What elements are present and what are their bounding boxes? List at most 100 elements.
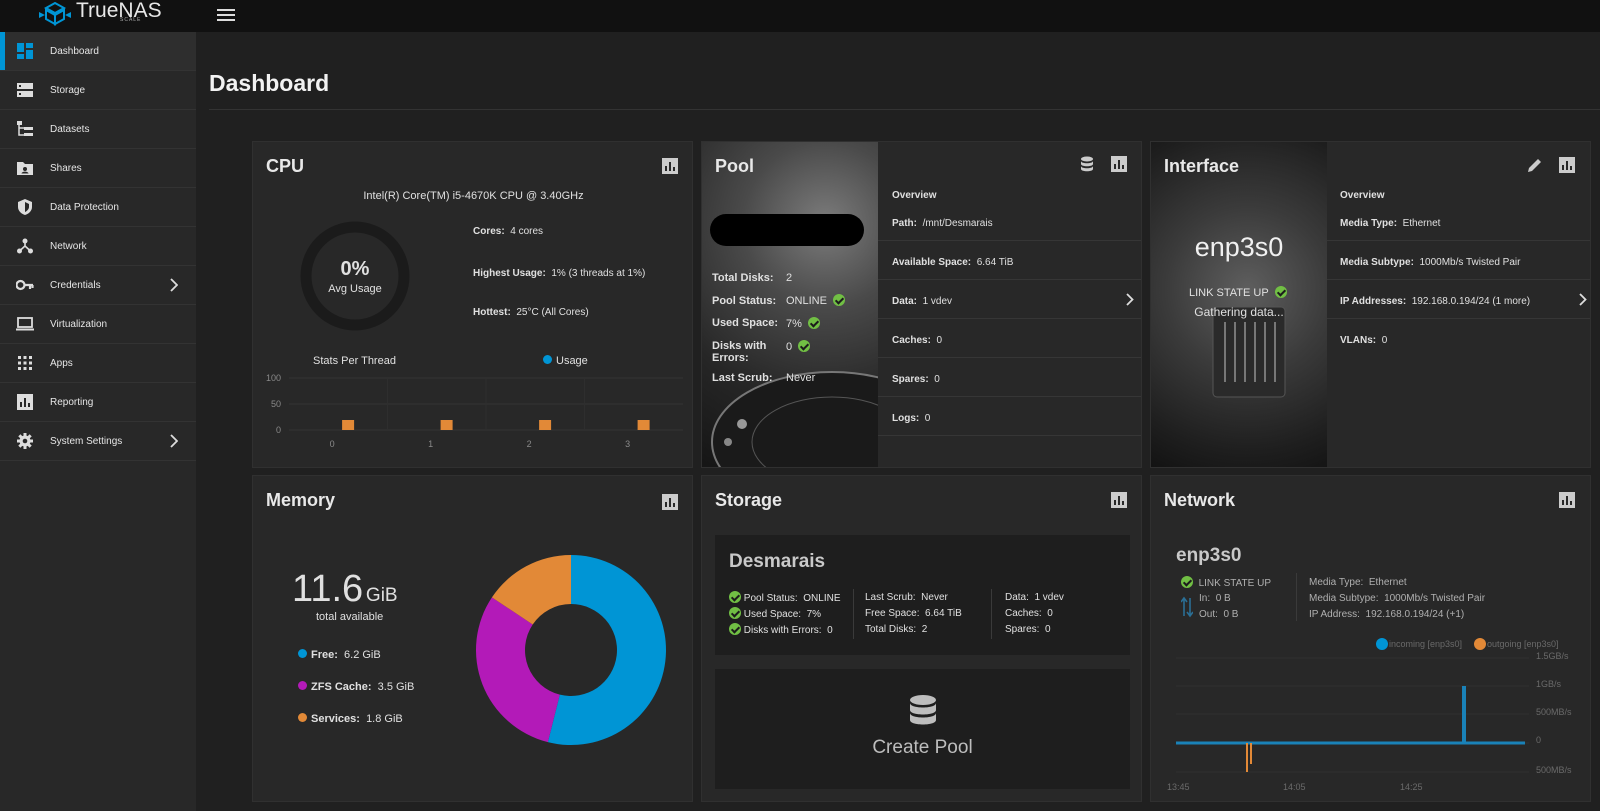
interface-ip-addresses[interactable]: IP Addresses: 192.168.0.194/24 (1 more): [1340, 296, 1530, 307]
cpu-model: Intel(R) Core(TM) i5-4670K CPU @ 3.40GHz: [363, 190, 584, 202]
outgoing-traffic-spike: [1250, 743, 1252, 764]
sidebar-item-network[interactable]: Network: [0, 227, 196, 266]
cpu-thread-bar: [440, 420, 453, 430]
network-legend-incoming[interactable]: incoming [enp3s0]: [1376, 638, 1462, 650]
interface-card-title: Interface: [1164, 156, 1240, 176]
pool-status: Pool Status:: [712, 295, 777, 307]
memory-card: Memory 11.6 GiB total available Free: 6.…: [252, 475, 693, 802]
pool-path: Path: /mnt/Desmarais: [892, 218, 993, 229]
network-link-state: LINK STATE UP: [1181, 576, 1271, 589]
storage-pool-panel[interactable]: Desmarais Pool Status: ONLINE Used Space…: [715, 535, 1130, 655]
sidebar: Dashboard Storage Datasets Shares Data P…: [0, 32, 196, 811]
pool-spares: Spares: 0: [892, 374, 940, 385]
cpu-thread-bar: [539, 420, 552, 430]
network-media-type: Media Type: Ethernet: [1309, 577, 1407, 588]
edit-pencil-icon[interactable]: [1527, 157, 1543, 173]
pool-overview-heading: Overview: [892, 190, 937, 201]
pool-total-disks-value: 2: [786, 272, 793, 284]
cpu-thread-bar: [637, 420, 650, 430]
logo-edition: SCALE: [120, 17, 142, 23]
memory-reports-icon[interactable]: [662, 494, 678, 510]
pool-last-scrub-value: Never: [786, 372, 816, 384]
pool-disks-errors: Disks with Errors:: [712, 340, 767, 364]
pool-last-scrub: Last Scrub:: [712, 372, 773, 384]
sidebar-item-data-protection[interactable]: Data Protection: [0, 188, 196, 227]
memory-donut-chart: [475, 555, 666, 745]
laptop-icon: [16, 315, 34, 333]
chevron-right-icon[interactable]: [170, 434, 178, 448]
network-reports-icon[interactable]: [1559, 492, 1575, 508]
top-bar: TrueNAS SCALE: [0, 0, 1600, 32]
storage-used-space: Used Space: 7%: [729, 607, 821, 620]
cpu-reports-icon[interactable]: [662, 158, 678, 174]
chevron-right-icon[interactable]: [1126, 293, 1134, 306]
outgoing-traffic-spike: [1246, 743, 1248, 772]
status-ok-icon: [729, 623, 741, 635]
network-ip-address: IP Address: 192.168.0.194/24 (+1): [1309, 609, 1465, 620]
cpu-chart-x-tick: 3: [625, 439, 630, 449]
create-pool-label: Create Pool: [872, 737, 973, 758]
pool-data-row[interactable]: Data: 1 vdev: [892, 296, 952, 307]
interface-overview-heading: Overview: [1340, 190, 1385, 201]
interface-name: enp3s0: [1194, 232, 1284, 262]
database-icon[interactable]: [1079, 156, 1095, 172]
pool-status-value: ONLINE: [786, 294, 846, 307]
cpu-card-title: CPU: [266, 156, 305, 176]
interface-media-subtype: Media Subtype: 1000Mb/s Twisted Pair: [1340, 257, 1521, 268]
reporting-icon: [16, 393, 34, 411]
storage-free-space: Free Space: 6.64 TiB: [865, 608, 962, 619]
interface-media-type: Media Type: Ethernet: [1340, 218, 1441, 229]
key-icon: [16, 276, 34, 294]
menu-toggle-icon[interactable]: [217, 6, 235, 24]
cpu-chart-x-tick: 1: [428, 439, 433, 449]
storage-card-title: Storage: [715, 490, 783, 510]
title-divider: [209, 109, 1600, 110]
network-legend-outgoing[interactable]: outgoing [enp3s0]: [1474, 638, 1559, 650]
storage-icon: [16, 81, 34, 99]
truenas-logo[interactable]: TrueNAS SCALE: [38, 0, 162, 28]
sidebar-item-credentials[interactable]: Credentials: [0, 266, 196, 305]
memory-total: 11.6 GiB: [292, 568, 398, 610]
sidebar-item-system-settings[interactable]: System Settings: [0, 422, 196, 461]
status-ok-icon: [729, 607, 741, 619]
usage-legend-dot: [543, 355, 552, 364]
storage-total-disks: Total Disks: 2: [865, 624, 928, 635]
sidebar-item-label: Credentials: [50, 279, 101, 291]
sidebar-item-storage[interactable]: Storage: [0, 71, 196, 110]
sidebar-item-datasets[interactable]: Datasets: [0, 110, 196, 149]
sidebar-item-reporting[interactable]: Reporting: [0, 383, 196, 422]
storage-last-scrub: Last Scrub: Never: [865, 592, 948, 603]
sidebar-item-label: Network: [50, 240, 87, 252]
cpu-chart-x-tick: 0: [330, 439, 335, 449]
cpu-cores: Cores: 4 cores: [473, 226, 544, 237]
create-pool-button[interactable]: Create Pool: [715, 669, 1130, 789]
sidebar-item-label: Apps: [50, 357, 73, 369]
interface-reports-icon[interactable]: [1559, 157, 1575, 173]
storage-disks-errors: Disks with Errors: 0: [729, 623, 833, 636]
memory-free: Free: 6.2 GiB: [298, 649, 381, 661]
memory-total-label: total available: [316, 611, 384, 623]
pool-disks-errors-value: 0: [786, 340, 811, 353]
network-card: Network enp3s0 LINK STATE UP In: 0 B Out…: [1150, 475, 1591, 802]
chevron-right-icon[interactable]: [170, 278, 178, 292]
zfs-legend-dot: [298, 681, 307, 690]
apps-grid-icon: [16, 354, 34, 372]
cpu-highest-usage: Highest Usage: 1% (3 threads at 1%): [473, 268, 646, 279]
outgoing-legend-dot: [1474, 638, 1486, 650]
network-card-title: Network: [1164, 490, 1236, 510]
shield-icon: [16, 198, 34, 216]
sidebar-item-shares[interactable]: Shares: [0, 149, 196, 188]
storage-reports-icon[interactable]: [1111, 492, 1127, 508]
status-ok-icon: [729, 591, 741, 603]
sidebar-item-label: Dashboard: [50, 45, 99, 57]
sidebar-item-label: Storage: [50, 84, 86, 96]
pool-logs: Logs: 0: [892, 413, 931, 424]
pool-reports-icon[interactable]: [1111, 156, 1127, 172]
network-media-subtype: Media Subtype: 1000Mb/s Twisted Pair: [1309, 593, 1486, 604]
sidebar-item-virtualization[interactable]: Virtualization: [0, 305, 196, 344]
sidebar-item-apps[interactable]: Apps: [0, 344, 196, 383]
chevron-right-icon[interactable]: [1579, 293, 1587, 306]
interface-link-state: LINK STATE UP: [1189, 286, 1287, 299]
sidebar-item-dashboard[interactable]: Dashboard: [0, 32, 196, 71]
cpu-thread-bar: [342, 420, 355, 430]
